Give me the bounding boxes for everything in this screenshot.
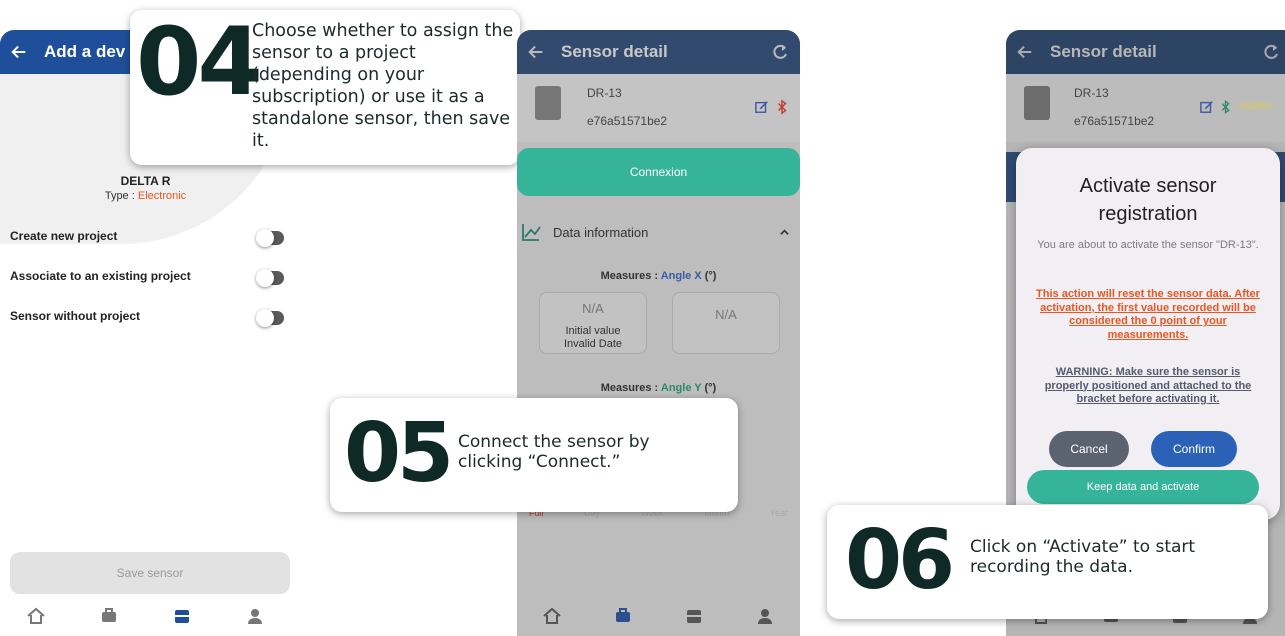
sensor-icon[interactable] xyxy=(684,606,704,626)
sensor-id: e76a51571be2 xyxy=(1074,114,1155,128)
sensor-header: DR-13 e76a51571be2 xyxy=(517,74,800,142)
measures-prefix: Measures : xyxy=(600,270,661,282)
refresh-icon[interactable] xyxy=(770,42,790,62)
app-bar: Sensor detail xyxy=(1006,30,1285,74)
current-value: N/A xyxy=(715,307,737,322)
step-text: Connect the sensor by clicking “Connect.… xyxy=(458,432,650,472)
step-number: 06 xyxy=(845,513,955,608)
measure-x-name: Angle X xyxy=(660,270,702,282)
briefcase-icon[interactable] xyxy=(99,606,119,626)
device-type-value: Electronic xyxy=(137,190,187,202)
current-value-card: N/A xyxy=(672,292,780,354)
initial-value-card: N/A Initial value Invalid Date xyxy=(539,292,647,354)
sensor-icon[interactable] xyxy=(172,606,192,626)
measure-y-name: Angle Y xyxy=(660,382,702,394)
bluetooth-off-icon xyxy=(778,99,787,115)
measures-x-label: Measures : Angle X (°) xyxy=(517,270,800,282)
sensor-header: DR-13 e76a51571be2 -58dBm xyxy=(1006,74,1285,142)
initial-value-date: Invalid Date xyxy=(563,338,623,350)
dialog-info: You are about to activate the sensor "DR… xyxy=(1037,239,1259,251)
dialog-position-warning: WARNING: Make sure the sensor is properl… xyxy=(1044,366,1252,405)
sensor-name: DR-13 xyxy=(1074,86,1109,100)
chevron-up-icon[interactable] xyxy=(779,227,790,238)
briefcase-icon[interactable] xyxy=(613,606,633,626)
toggle-no-project[interactable] xyxy=(256,309,284,327)
step-text: Choose whether to assign the sensor to a… xyxy=(252,21,514,151)
home-icon[interactable] xyxy=(26,606,46,626)
screen-sensor-detail-connect: Sensor detail DR-13 e76a51571be2 Connexi… xyxy=(517,30,800,636)
chart-line-icon xyxy=(522,224,541,241)
toggle-create-project[interactable] xyxy=(256,229,284,247)
confirm-button[interactable]: Confirm xyxy=(1151,431,1237,467)
callout-step-05: 05 Connect the sensor by clicking “Conne… xyxy=(330,398,738,512)
bluetooth-icon xyxy=(1221,100,1230,114)
device-type-label: Type : xyxy=(104,190,138,202)
dialog-title: Activate sensor registration xyxy=(1079,175,1217,225)
edit-icon[interactable] xyxy=(755,100,769,114)
page-title: Sensor detail xyxy=(1050,42,1157,61)
back-arrow-icon[interactable] xyxy=(10,43,28,61)
app-bar: Sensor detail xyxy=(517,30,800,74)
sensor-name: DR-13 xyxy=(587,86,622,100)
sensor-thumbnail xyxy=(1024,86,1050,120)
measure-y-unit: (°) xyxy=(704,382,717,394)
edit-icon[interactable] xyxy=(1200,100,1214,114)
signal-strength: -58dBm xyxy=(1236,100,1275,112)
user-icon[interactable] xyxy=(755,606,775,626)
step-number: 05 xyxy=(344,406,454,501)
measure-x-unit: (°) xyxy=(704,270,717,282)
step-text: Click on “Activate” to start recording t… xyxy=(970,537,1196,577)
filter-year[interactable]: Year xyxy=(770,508,788,518)
back-arrow-icon[interactable] xyxy=(1016,43,1034,61)
sensor-id: e76a51571be2 xyxy=(587,114,668,128)
connect-button[interactable]: Connexion xyxy=(517,148,800,196)
measures-y-label: Measures : Angle Y (°) xyxy=(517,382,800,394)
step-number: 04 xyxy=(136,8,263,117)
bottom-nav xyxy=(0,596,291,636)
callout-step-06: 06 Click on “Activate” to start recordin… xyxy=(827,505,1268,619)
save-sensor-button[interactable]: Save sensor xyxy=(10,552,290,594)
keep-data-activate-button[interactable]: Keep data and activate xyxy=(1027,470,1259,504)
toggle-existing-project[interactable] xyxy=(256,269,284,287)
user-icon[interactable] xyxy=(245,606,265,626)
bottom-nav xyxy=(517,596,800,636)
dialog-reset-warning: This action will reset the sensor data. … xyxy=(1036,288,1260,341)
device-name: DELTA R xyxy=(120,174,171,188)
option-no-project: Sensor without project xyxy=(10,309,141,323)
page-title: Add a dev xyxy=(44,42,126,61)
back-arrow-icon[interactable] xyxy=(527,43,545,61)
device-type: Type : Electronic xyxy=(0,190,291,202)
option-existing-project: Associate to an existing project xyxy=(10,269,191,283)
home-icon[interactable] xyxy=(542,606,562,626)
cancel-button[interactable]: Cancel xyxy=(1049,431,1129,467)
option-create-project: Create new project xyxy=(10,229,118,243)
measures-prefix: Measures : xyxy=(600,382,661,394)
initial-value: N/A xyxy=(582,301,604,316)
section-title: Data information xyxy=(553,225,649,240)
initial-value-caption: Initial value xyxy=(565,325,621,337)
refresh-icon[interactable] xyxy=(1261,42,1281,62)
sensor-thumbnail xyxy=(535,86,561,120)
activate-dialog: Activate sensor registration You are abo… xyxy=(1016,148,1280,520)
callout-step-04: 04 Choose whether to assign the sensor t… xyxy=(130,8,520,165)
page-title: Sensor detail xyxy=(561,42,668,61)
